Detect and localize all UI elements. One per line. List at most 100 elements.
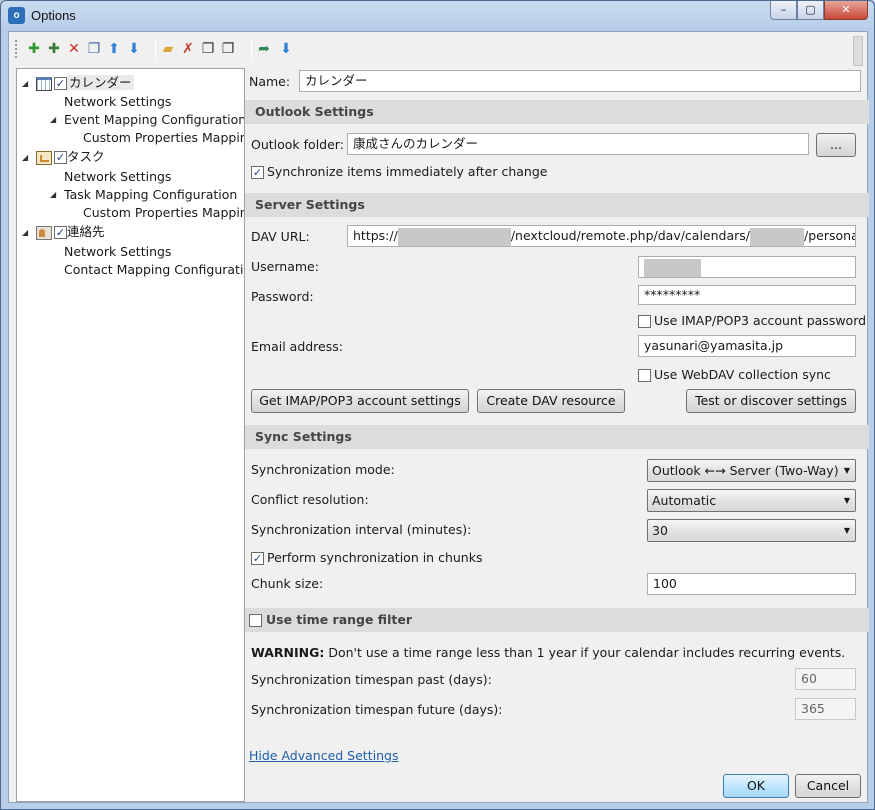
toolbar-overflow[interactable] (853, 36, 863, 66)
profile-tree[interactable]: ◢ ✓ カレンダー Network Settings ◢ Event Mappin… (16, 68, 245, 802)
profile-name: カレンダー (67, 75, 134, 90)
name-input[interactable]: カレンダー (299, 70, 861, 92)
sync-interval-label: Synchronization interval (minutes): (251, 522, 472, 537)
import-icon[interactable]: ⬇ (277, 40, 295, 58)
tree-item-network-settings[interactable]: Network Settings (64, 168, 171, 186)
warning-text: Don't use a time range less than 1 year … (324, 645, 846, 660)
checkbox-label: Synchronize items immediately after chan… (267, 164, 548, 179)
collapse-arrow-icon[interactable]: ◢ (50, 111, 59, 129)
cancel-button[interactable]: Cancel (795, 774, 861, 798)
webdav-collection-sync-checkbox[interactable]: Use WebDAV collection sync (638, 367, 831, 383)
password-input[interactable]: ********* (638, 285, 856, 305)
time-range-filter-header[interactable]: Use time range filter (245, 608, 869, 632)
collapse-arrow-icon[interactable]: ◢ (22, 224, 31, 242)
tree-profile-contacts[interactable]: ✓ 連絡先 (36, 223, 105, 241)
window-title: Options (31, 8, 76, 23)
minimize-button[interactable]: – (770, 1, 797, 20)
password-label: Password: (251, 289, 314, 304)
tree-item-task-mapping[interactable]: Task Mapping Configuration (64, 186, 237, 204)
profile-checkbox[interactable]: ✓ (54, 77, 67, 90)
checkbox-label: Use IMAP/POP3 account password (654, 313, 867, 328)
chunk-size-input[interactable]: 100 (647, 573, 856, 595)
time-range-checkbox[interactable] (249, 614, 262, 627)
ok-button[interactable]: OK (723, 774, 789, 798)
server-settings-header: Server Settings (245, 193, 869, 217)
conflict-resolution-label: Conflict resolution: (251, 492, 369, 507)
sync-interval-select[interactable]: 30 ▼ (647, 519, 856, 542)
create-dav-resource-button[interactable]: Create DAV resource (477, 389, 625, 413)
tree-item-contact-mapping[interactable]: Contact Mapping Configuration (64, 261, 244, 279)
conflict-resolution-select[interactable]: Automatic ▼ (647, 489, 856, 512)
redacted-user (750, 227, 805, 246)
export-icon[interactable]: ➦ (255, 40, 273, 58)
sync-in-chunks-checkbox[interactable]: ✓ Perform synchronization in chunks (251, 550, 482, 566)
move-up-icon[interactable]: ⬆ (105, 40, 123, 58)
timespan-past-label: Synchronization timespan past (days): (251, 672, 492, 687)
select-value: 30 (652, 523, 668, 538)
dav-url-input[interactable]: https:// /nextcloud/remote.php/dav/calend… (347, 225, 856, 247)
timespan-future-input[interactable]: 365 (795, 698, 856, 720)
test-discover-settings-button[interactable]: Test or discover settings (686, 389, 856, 413)
sync-settings-header: Sync Settings (245, 425, 869, 449)
checkbox[interactable] (638, 369, 651, 382)
collapse-arrow-icon[interactable]: ◢ (22, 75, 31, 93)
name-label: Name: (249, 74, 291, 89)
username-input[interactable] (638, 256, 856, 278)
toolbar-grip[interactable] (15, 40, 18, 58)
email-input[interactable]: yasunari@yamasita.jp (638, 335, 856, 357)
tree-item-custom-properties-mapping[interactable]: Custom Properties Mapping (83, 129, 244, 147)
tree-item-network-settings[interactable]: Network Settings (64, 243, 171, 261)
checkbox[interactable] (638, 315, 651, 328)
sync-immediately-checkbox[interactable]: ✓ Synchronize items immediately after cha… (251, 164, 547, 180)
outlook-folder-label: Outlook folder: (251, 137, 344, 152)
select-value: Automatic (652, 493, 717, 508)
profile-checkbox[interactable]: ✓ (54, 151, 67, 164)
use-imap-password-checkbox[interactable]: Use IMAP/POP3 account password (638, 313, 866, 329)
get-imap-settings-button[interactable]: Get IMAP/POP3 account settings (251, 389, 469, 413)
chunk-size-label: Chunk size: (251, 576, 324, 591)
profile-name: 連絡先 (67, 224, 105, 239)
redacted-username (644, 259, 701, 277)
close-button[interactable]: ✕ (824, 1, 868, 20)
checkbox[interactable]: ✓ (251, 166, 264, 179)
profile-checkbox[interactable]: ✓ (54, 226, 67, 239)
profile-name: タスク (67, 149, 105, 164)
dav-url-prefix: https:// (353, 228, 398, 243)
time-range-warning: WARNING: Don't use a time range less tha… (251, 645, 845, 660)
clear-cache-icon[interactable]: ✗ (179, 40, 197, 58)
collapse-arrow-icon[interactable]: ◢ (22, 149, 31, 167)
collapse-arrow-icon[interactable]: ◢ (50, 186, 59, 204)
copy-profile-icon[interactable]: ❐ (85, 40, 103, 58)
timespan-past-input[interactable]: 60 (795, 668, 856, 690)
redacted-host (397, 227, 511, 246)
section-title: Use time range filter (266, 612, 412, 627)
outlook-folder-input[interactable]: 康成さんのカレンダー (347, 133, 809, 155)
options-window: o Options – ▢ ✕ ✚ ✚ ✕ ❐ ⬆ ⬇ ▰ ✗ ❐ ❐ ➦ ⬇ ◢ ✓ カレンダー Ne… (0, 0, 875, 810)
tree-profile-task[interactable]: ✓ タスク (36, 148, 105, 166)
title-bar[interactable]: o Options – ▢ ✕ (1, 1, 874, 31)
maximize-button[interactable]: ▢ (797, 1, 824, 20)
expand-all-icon[interactable]: ❐ (199, 40, 217, 58)
tree-item-network-settings[interactable]: Network Settings (64, 93, 171, 111)
sync-mode-select[interactable]: Outlook ←→ Server (Two-Way) ▼ (647, 459, 856, 482)
browse-folder-button[interactable]: ... (816, 133, 856, 157)
checkbox[interactable]: ✓ (251, 552, 264, 565)
move-down-icon[interactable]: ⬇ (125, 40, 143, 58)
dropdown-arrow-icon: ▼ (843, 466, 850, 475)
tree-item-custom-properties-mapping[interactable]: Custom Properties Mapping (83, 204, 244, 222)
open-folder-icon[interactable]: ▰ (159, 40, 177, 58)
add-profile-icon[interactable]: ✚ (25, 40, 43, 58)
dav-url-label: DAV URL: (251, 229, 310, 244)
contact-icon (36, 225, 52, 240)
username-label: Username: (251, 259, 319, 274)
add-multiple-profiles-icon[interactable]: ✚ (45, 40, 63, 58)
warning-label: WARNING: (251, 645, 325, 660)
sync-mode-label: Synchronization mode: (251, 462, 395, 477)
collapse-all-icon[interactable]: ❐ (219, 40, 237, 58)
delete-profile-icon[interactable]: ✕ (65, 40, 83, 58)
checkbox-label: Perform synchronization in chunks (267, 550, 483, 565)
tree-item-event-mapping[interactable]: Event Mapping Configuration (64, 111, 244, 129)
toolbar: ✚ ✚ ✕ ❐ ⬆ ⬇ ▰ ✗ ❐ ❐ ➦ ⬇ (9, 32, 867, 66)
tree-profile-calendar[interactable]: ✓ カレンダー (36, 74, 134, 92)
hide-advanced-settings-link[interactable]: Hide Advanced Settings (249, 748, 398, 763)
